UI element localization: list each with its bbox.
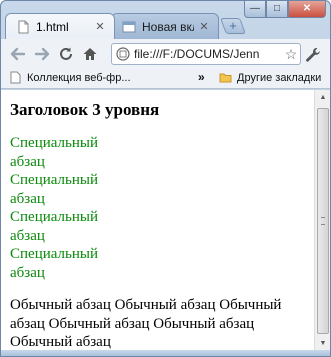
browser-window: 1.html ✕ Новая вкла ✕ + — □ ✕ [0,0,331,357]
close-window-button[interactable]: ✕ [288,1,326,18]
new-tab-button[interactable]: + [220,18,246,34]
window-controls: — □ ✕ [244,1,326,19]
page-icon [10,71,21,84]
bookmark-item-collection[interactable]: Коллекция веб-фр... [9,71,131,84]
bookmark-star-icon[interactable]: ☆ [282,46,300,63]
reload-icon [60,47,72,60]
forward-arrow-icon [34,47,50,61]
tab-active[interactable]: 1.html ✕ [5,13,115,39]
bookmarks-overflow-button[interactable]: » [198,70,205,84]
new-tab-icon [122,21,136,32]
bookmarks-bar: Коллекция веб-фр... » Другие закладки [1,69,330,89]
window-bottom-border [1,350,330,356]
tab-close-icon[interactable]: ✕ [94,21,106,33]
home-icon [83,48,97,60]
home-button[interactable] [79,43,101,65]
url-text: file:///F:/DOCUMS/Jenn [134,47,260,61]
page-icon [18,20,29,33]
tab-strip: 1.html ✕ Новая вкла ✕ + — □ ✕ [1,1,330,39]
vertical-scrollbar[interactable]: ▲ ▼ [314,90,330,352]
folder-icon [219,73,232,83]
forward-button[interactable] [31,43,53,65]
other-bookmarks-button[interactable]: Другие закладки [219,71,321,84]
page-heading: Заголовок 3 уровня [10,100,160,119]
scroll-up-arrow-icon[interactable]: ▲ [315,90,330,106]
tab-title: Новая вкла [142,19,194,34]
maximize-button[interactable]: □ [266,1,288,18]
page-content: Заголовок 3 уровня Специальный абзац Спе… [1,90,314,352]
wrench-icon[interactable] [304,46,322,64]
address-bar[interactable]: file:///F:/DOCUMS/Jenn ☆ [111,43,301,65]
special-paragraph: Специальный абзац [10,246,98,281]
toolbar: file:///F:/DOCUMS/Jenn ☆ [1,39,330,69]
tab-inactive[interactable]: Новая вкла ✕ [111,13,219,39]
normal-paragraph: Обычный абзац Обычный абзац Обычный абза… [10,297,282,350]
special-paragraph: Специальный абзац [10,135,98,170]
tab-title: 1.html [36,19,69,34]
reload-button[interactable] [55,43,77,65]
minimize-button[interactable]: — [244,1,266,18]
bookmark-label: Другие закладки [237,71,322,84]
back-button[interactable] [7,43,29,65]
page-info-icon [116,47,130,61]
grip-icon [321,217,325,225]
scrollbar-thumb[interactable] [317,108,329,334]
back-arrow-icon [10,47,26,61]
tab-close-icon[interactable]: ✕ [198,21,210,33]
bookmark-label: Коллекция веб-фр... [27,71,131,84]
special-paragraph: Специальный абзац [10,172,98,207]
plus-icon: + [229,18,237,33]
special-paragraph: Специальный абзац [10,209,98,244]
